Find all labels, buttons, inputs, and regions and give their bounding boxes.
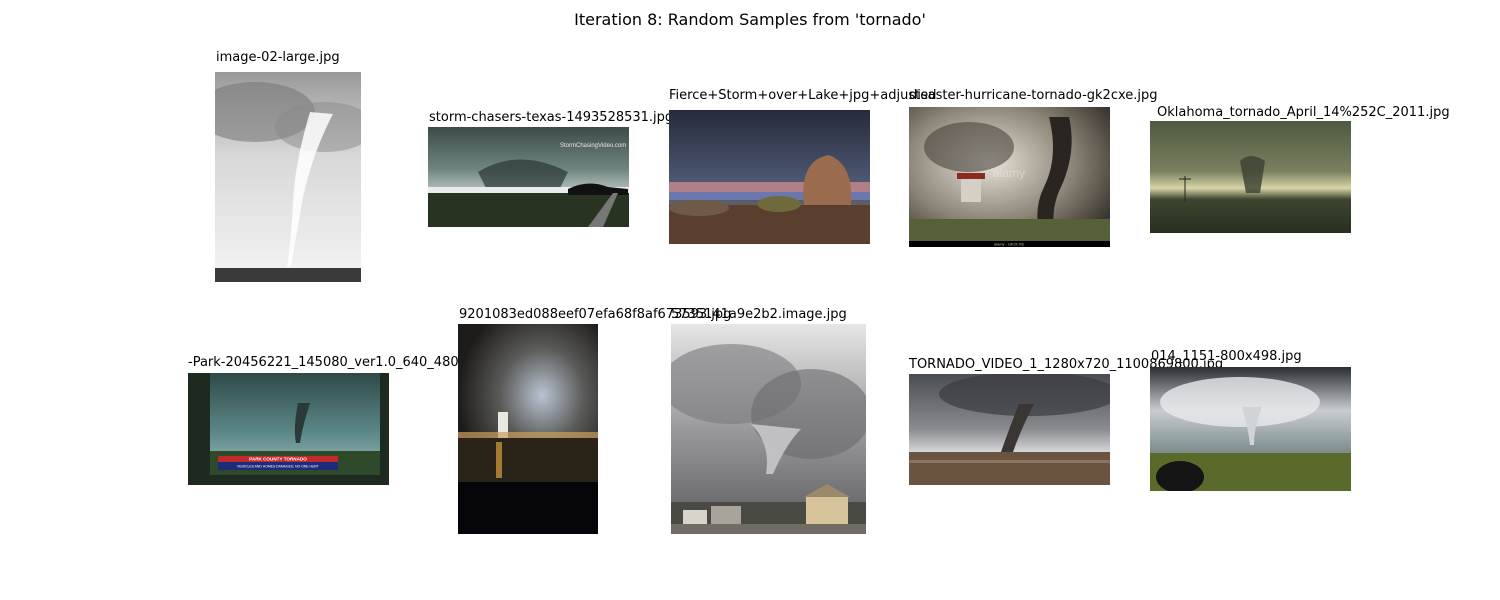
sample-caption-5: Oklahoma_tornado_April_14%252C_2011.jpg [1157, 105, 1450, 120]
tornado-photo-9 [909, 374, 1110, 485]
sample-caption-8: 5735141a9e2b2.image.jpg [671, 307, 847, 322]
tornado-photo-3 [669, 110, 870, 244]
watermark-text: alamy [993, 166, 1025, 180]
tornado-photo-7 [458, 324, 598, 534]
tornado-photo-6: PARK COUNTY TORNADO VEHICLES AND HOMES D… [188, 373, 389, 485]
tornado-photo-1 [215, 72, 361, 282]
banner-title: PARK COUNTY TORNADO [249, 457, 307, 462]
watermark-text: StormChasingVideo.com [560, 143, 626, 149]
sample-caption-6: -Park-20456221_145080_ver1.0_640_480 [188, 355, 459, 370]
sample-caption-10: 014_1151-800x498.jpg [1151, 349, 1302, 364]
banner-subtitle: VEHICLES AND HOMES DAMAGED, NO ONE HURT [237, 465, 319, 469]
sample-caption-4: disaster-hurricane-tornado-gk2cxe.jpg [909, 88, 1158, 103]
tornado-photo-10 [1150, 367, 1351, 491]
tornado-photo-5 [1150, 121, 1351, 233]
footer-watermark: alamy - GK2CXE [994, 242, 1025, 247]
sample-caption-1: image-02-large.jpg [216, 50, 340, 65]
sample-caption-3: Fierce+Storm+over+Lake+jpg+adjusted [669, 88, 937, 103]
figure-title: Iteration 8: Random Samples from 'tornad… [574, 10, 926, 29]
sample-caption-2: storm-chasers-texas-1493528531.jpg [429, 110, 674, 125]
tornado-photo-2: StormChasingVideo.com [428, 127, 629, 227]
tornado-photo-8 [671, 324, 866, 534]
tornado-photo-4: alamy - GK2CXE alamy [909, 107, 1110, 247]
